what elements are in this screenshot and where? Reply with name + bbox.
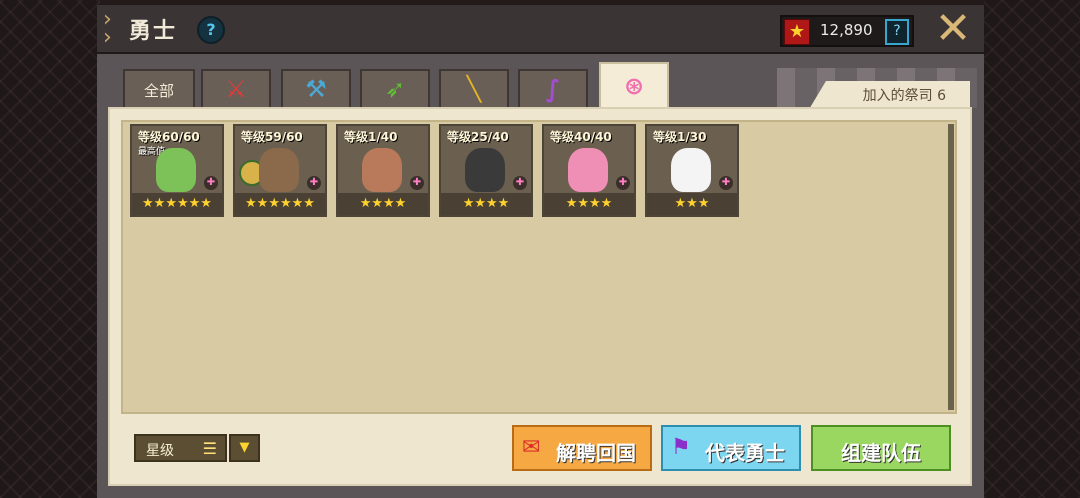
hero-level: 等级1/40 [344, 130, 398, 144]
hero-level: 等级25/40 [447, 130, 509, 144]
gun-icon: ╲ [466, 75, 482, 103]
priest-icon: ✚ [616, 176, 630, 190]
hammer-icon: ⚒ [305, 75, 327, 103]
hero-portrait [465, 148, 505, 192]
representative-button[interactable]: ⚑ 代表勇士 [661, 425, 801, 471]
list-icon: ☰ [202, 439, 217, 458]
tab-hammer[interactable]: ⚒ [281, 69, 351, 109]
staff-icon: ∫ [545, 75, 561, 103]
hero-portrait [568, 148, 608, 192]
currency-display: ★ 12,890 ? [780, 15, 914, 47]
tab-bow[interactable]: ➶ [360, 69, 430, 109]
page-title: 勇士 [129, 19, 178, 44]
hero-stars: ★★★★ [544, 193, 634, 215]
star-medal-icon: ★ [784, 19, 810, 45]
hero-stars: ★★★★ [338, 193, 428, 215]
close-x-icon[interactable]: ✕ [933, 7, 973, 51]
bow-icon: ➶ [384, 75, 406, 103]
tab-priest[interactable]: ⊛ [599, 62, 669, 108]
background-right [984, 0, 1080, 498]
sort-select[interactable]: 星级 ☰ [134, 434, 227, 462]
priest-icon: ⊛ [623, 72, 645, 100]
currency-value: 12,890 [820, 21, 873, 39]
hero-card[interactable]: 等级60/60 最高值 ✚ ★★★★★★ [130, 124, 224, 217]
priest-icon: ✚ [410, 176, 424, 190]
hero-portrait [259, 148, 299, 192]
hero-level: 等级1/30 [653, 130, 707, 144]
hero-level: 等级60/60 [138, 130, 200, 144]
hero-card[interactable]: 等级59/60 ✚ ★★★★★★ [233, 124, 327, 217]
dismiss-button[interactable]: ✉ 解聘回国 [512, 425, 652, 471]
hero-level: 等级59/60 [241, 130, 303, 144]
hero-level: 等级40/40 [550, 130, 612, 144]
tab-all-label: 全部 [143, 82, 174, 100]
representative-label: 代表勇士 [705, 441, 785, 465]
chevron-icon: › › [103, 7, 112, 50]
tab-sword[interactable]: ⚔ [201, 69, 271, 109]
hero-stars: ★★★ [647, 193, 737, 215]
hero-card[interactable]: 等级40/40 ✚ ★★★★ [542, 124, 636, 217]
form-team-label: 组建队伍 [841, 441, 921, 465]
hero-card[interactable]: 等级25/40 ✚ ★★★★ [439, 124, 533, 217]
priest-icon: ✚ [719, 176, 733, 190]
hero-card[interactable]: 等级1/30 ✚ ★★★ [645, 124, 739, 217]
tab-gun[interactable]: ╲ [439, 69, 509, 109]
sword-icon: ⚔ [225, 75, 247, 103]
background-left [0, 0, 100, 498]
hero-stars: ★★★★★★ [235, 193, 325, 215]
hero-portrait [362, 148, 402, 192]
hero-stars: ★★★★ [441, 193, 531, 215]
tab-staff[interactable]: ∫ [518, 69, 588, 109]
header-bar: › › 勇士 ? ★ 12,890 ? ✕ [97, 5, 984, 54]
question-icon[interactable]: ? [197, 16, 225, 44]
sort-label: 星级 [146, 443, 174, 459]
tab-all[interactable]: 全部 [123, 69, 195, 109]
form-team-button[interactable]: 组建队伍 [811, 425, 951, 471]
dismiss-label: 解聘回国 [556, 441, 636, 465]
currency-help-icon[interactable]: ? [885, 19, 909, 45]
triangle-down-icon[interactable]: ▼ [229, 434, 260, 462]
scrollbar[interactable] [948, 124, 954, 410]
dismiss-icon: ✉ [522, 435, 541, 460]
hero-card[interactable]: 等级1/40 ✚ ★★★★ [336, 124, 430, 217]
priest-icon: ✚ [307, 176, 321, 190]
banner-icon: ⚑ [671, 435, 691, 460]
hero-portrait [671, 148, 711, 192]
priest-icon: ✚ [513, 176, 527, 190]
hero-stars: ★★★★★★ [132, 193, 222, 215]
hero-portrait [156, 148, 196, 192]
priest-icon: ✚ [204, 176, 218, 190]
